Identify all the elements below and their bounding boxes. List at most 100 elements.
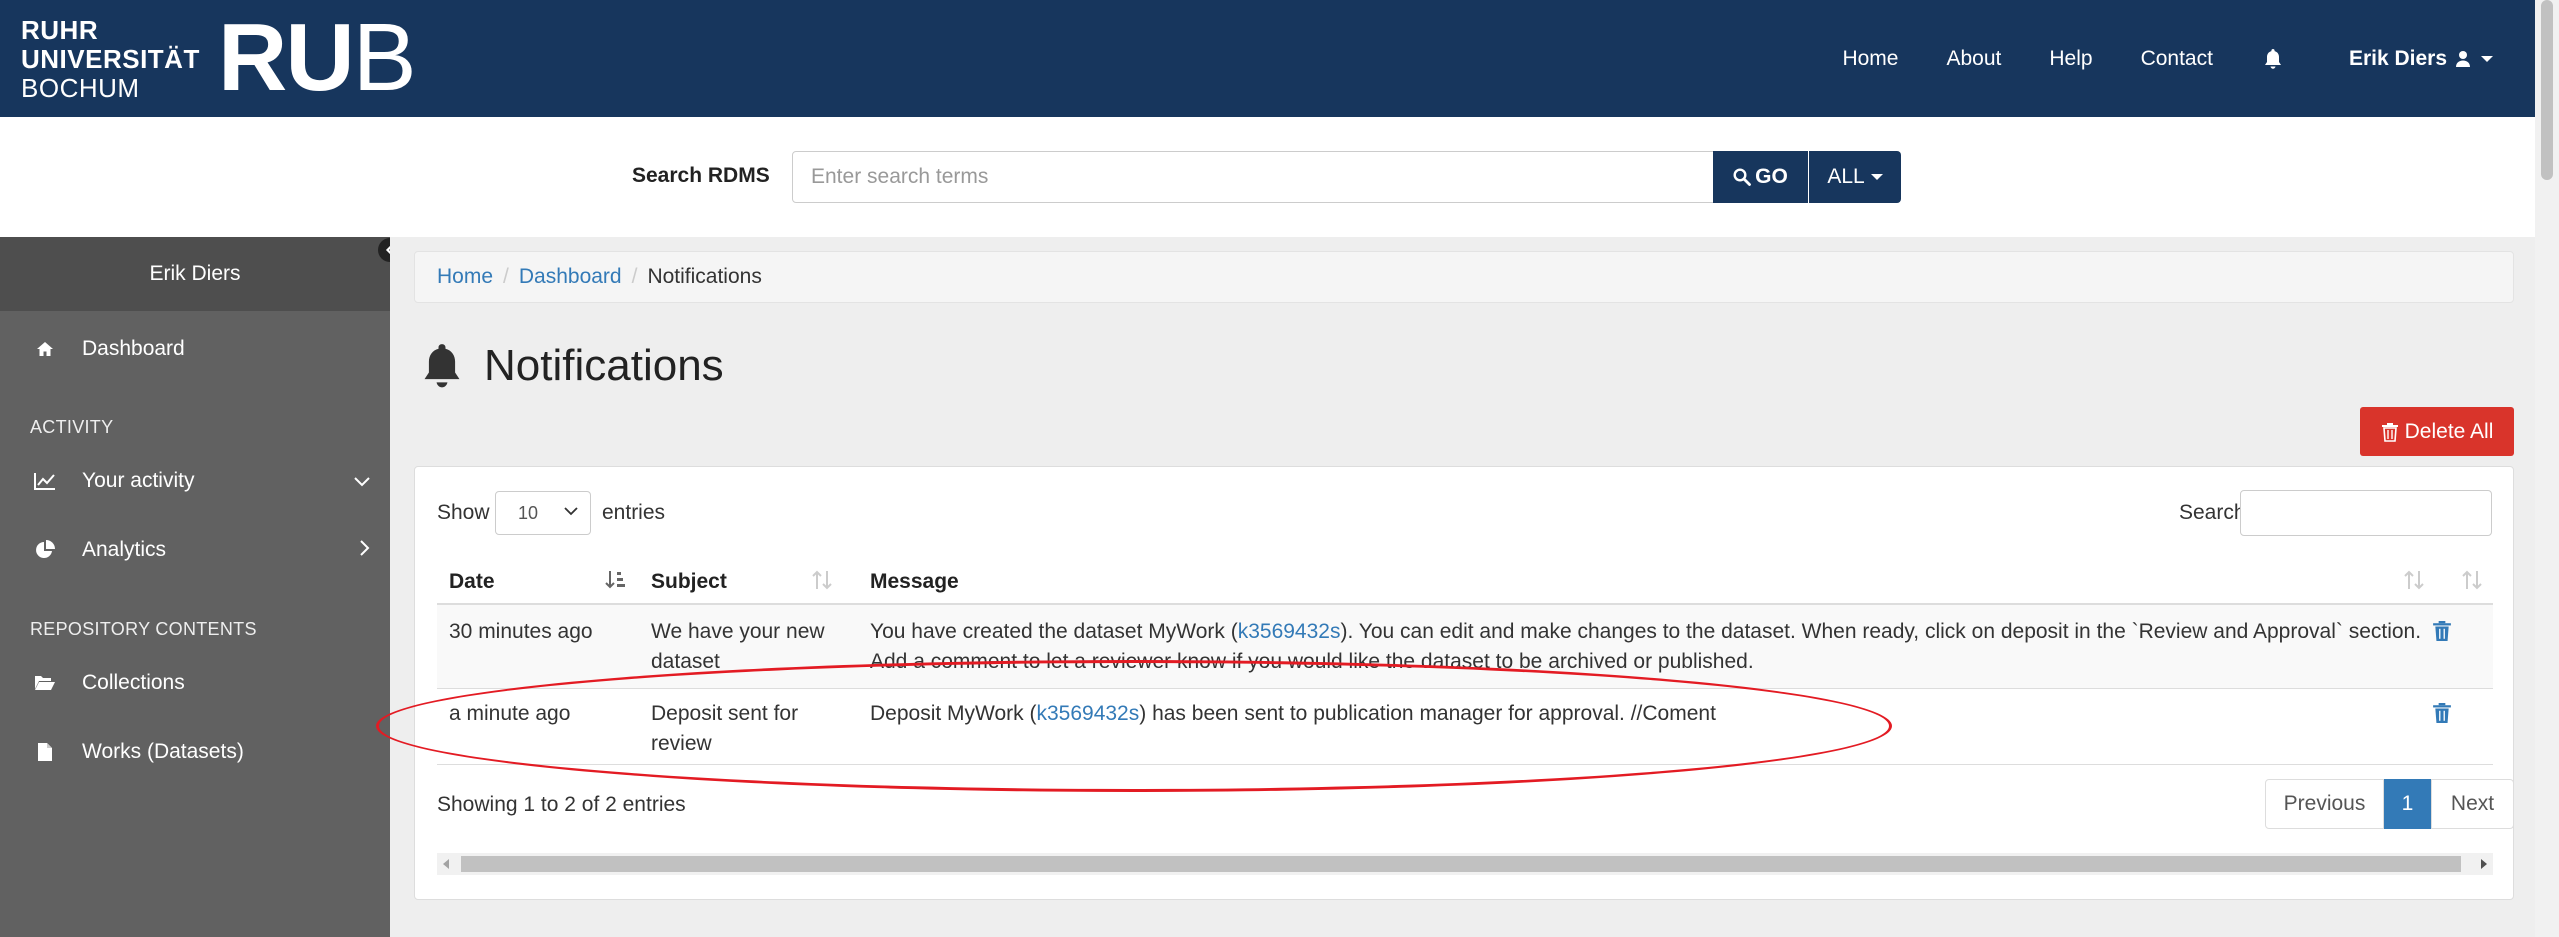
main-nav: Home About Help Contact Erik Diers xyxy=(1794,0,2493,117)
message-text: ). You can edit and make changes to the … xyxy=(1340,620,2422,643)
breadcrumb-current: Notifications xyxy=(647,265,762,288)
sidebar: Erik Diers Dashboard ACTIVITY Your activ… xyxy=(0,237,390,937)
logo-ru: RU xyxy=(218,4,355,111)
pagination-previous[interactable]: Previous xyxy=(2265,779,2384,829)
row-message: Deposit MyWork (k3569432s) has been sent… xyxy=(870,699,2430,729)
message-text: ) has been sent to publication manager f… xyxy=(1139,702,1716,725)
scrollbar-thumb[interactable] xyxy=(461,856,2461,872)
table-row: 30 minutes ago We have your new dataset … xyxy=(437,605,2493,689)
caret-down-icon xyxy=(1870,174,1883,180)
search-go-button[interactable]: GO xyxy=(1713,151,1808,203)
entries-label: entries xyxy=(602,501,666,524)
sidebar-item-label: Dashboard xyxy=(82,337,185,360)
scroll-right-icon[interactable] xyxy=(2481,859,2487,869)
page-length-select[interactable]: 10 xyxy=(495,491,591,535)
sidebar-item-label: Works (Datasets) xyxy=(82,740,244,763)
dataset-link[interactable]: k3569432s xyxy=(1238,620,1341,643)
caret-down-icon xyxy=(2481,55,2493,62)
row-subject: Deposit sent for review xyxy=(651,699,798,759)
logo-b: B xyxy=(352,4,417,111)
user-menu[interactable]: Erik Diers xyxy=(2349,47,2493,71)
bell-icon xyxy=(424,344,460,388)
chevron-down-icon xyxy=(564,507,578,516)
sidebar-heading-activity: ACTIVITY xyxy=(30,417,114,437)
dataset-link[interactable]: k3569432s xyxy=(1036,702,1139,725)
table-row: a minute ago Deposit sent for review Dep… xyxy=(437,689,2493,765)
page-title-text: Notifications xyxy=(484,341,724,390)
home-icon xyxy=(33,337,57,361)
sidebar-item-your-activity[interactable]: Your activity xyxy=(0,456,390,506)
page-scrollbar-thumb[interactable] xyxy=(2541,0,2553,180)
pagination-next[interactable]: Next xyxy=(2431,779,2514,829)
sidebar-item-dashboard[interactable]: Dashboard xyxy=(0,324,390,374)
sidebar-item-label: Collections xyxy=(82,671,185,694)
breadcrumb-home[interactable]: Home xyxy=(437,265,493,289)
nav-about[interactable]: About xyxy=(1946,47,2001,71)
folder-open-icon xyxy=(33,671,57,695)
nav-contact[interactable]: Contact xyxy=(2141,47,2213,71)
sidebar-heading-repository: REPOSITORY CONTENTS xyxy=(30,619,257,639)
breadcrumb-separator: / xyxy=(631,265,638,288)
horizontal-scrollbar[interactable] xyxy=(437,853,2493,875)
sidebar-item-works[interactable]: Works (Datasets) xyxy=(0,727,390,777)
search-scope-dropdown[interactable]: ALL xyxy=(1809,151,1901,203)
logo-line-1: RUHR xyxy=(21,15,99,45)
column-header-date[interactable]: Date xyxy=(449,570,495,594)
sort-both-icon[interactable] xyxy=(2461,569,2483,597)
search-label: Search RDMS xyxy=(632,164,770,187)
column-header-message[interactable]: Message xyxy=(870,570,959,594)
breadcrumb: Home / Dashboard / Notifications xyxy=(414,251,2514,303)
trash-icon xyxy=(2381,422,2398,442)
rub-logo[interactable]: RUB xyxy=(218,4,417,111)
subject-line-1: We have your new xyxy=(651,620,825,643)
sort-both-icon[interactable] xyxy=(2403,569,2425,597)
main-content: Home / Dashboard / Notifications Notific… xyxy=(390,237,2535,937)
page-length-value: 10 xyxy=(518,502,539,523)
sort-descending-icon[interactable] xyxy=(605,569,627,597)
show-label: Show xyxy=(437,501,490,524)
chevron-right-icon xyxy=(360,538,370,562)
pagination-page-1[interactable]: 1 xyxy=(2384,779,2431,829)
message-text: You have created the dataset MyWork ( xyxy=(870,620,1238,643)
search-bar-row: Search RDMS GO ALL xyxy=(0,117,2535,237)
table-header: Date Subject Message xyxy=(437,555,2493,605)
go-label: GO xyxy=(1755,165,1788,188)
scroll-left-icon[interactable] xyxy=(443,859,449,869)
breadcrumb-dashboard[interactable]: Dashboard xyxy=(519,265,622,289)
notifications-bell-icon[interactable] xyxy=(2263,48,2285,70)
search-input[interactable] xyxy=(792,151,1714,203)
column-header-subject[interactable]: Subject xyxy=(651,570,727,594)
pagination: Previous 1 Next xyxy=(2265,779,2514,829)
delete-row-trash-icon[interactable] xyxy=(2432,619,2452,649)
search-icon xyxy=(1733,168,1752,186)
nav-help[interactable]: Help xyxy=(2049,47,2092,71)
user-icon xyxy=(2456,50,2470,67)
table-info: Showing 1 to 2 of 2 entries xyxy=(437,793,686,816)
user-name: Erik Diers xyxy=(2348,46,2447,70)
page-vertical-scrollbar[interactable] xyxy=(2535,0,2559,937)
line-chart-icon xyxy=(33,469,57,493)
subject-line-1: Deposit sent for xyxy=(651,702,799,725)
pie-chart-icon xyxy=(33,538,57,562)
sidebar-item-label: Your activity xyxy=(82,469,195,492)
university-logo-text[interactable]: RUHR UNIVERSITÄT BOCHUM xyxy=(21,16,200,103)
breadcrumb-separator: / xyxy=(503,265,509,288)
row-date: a minute ago xyxy=(449,702,571,725)
table-search-input[interactable] xyxy=(2240,490,2492,536)
row-date: 30 minutes ago xyxy=(449,620,593,643)
delete-all-button[interactable]: Delete All xyxy=(2360,407,2514,456)
sidebar-user: Erik Diers xyxy=(0,237,390,311)
page-title: Notifications xyxy=(420,341,724,391)
scope-label: ALL xyxy=(1827,165,1865,188)
notifications-panel: Show 10 entries Search: Date Subject Mes… xyxy=(414,466,2514,900)
nav-home[interactable]: Home xyxy=(1842,47,1898,71)
row-message: You have created the dataset MyWork (k35… xyxy=(870,617,2430,677)
sidebar-item-collections[interactable]: Collections xyxy=(0,658,390,708)
delete-row-trash-icon[interactable] xyxy=(2432,701,2452,731)
sidebar-item-analytics[interactable]: Analytics xyxy=(0,525,390,575)
file-icon xyxy=(33,740,57,764)
subject-line-2: dataset xyxy=(651,650,720,673)
sort-both-icon[interactable] xyxy=(811,569,833,597)
logo-line-3: BOCHUM xyxy=(21,73,140,103)
subject-line-2: review xyxy=(651,732,712,755)
